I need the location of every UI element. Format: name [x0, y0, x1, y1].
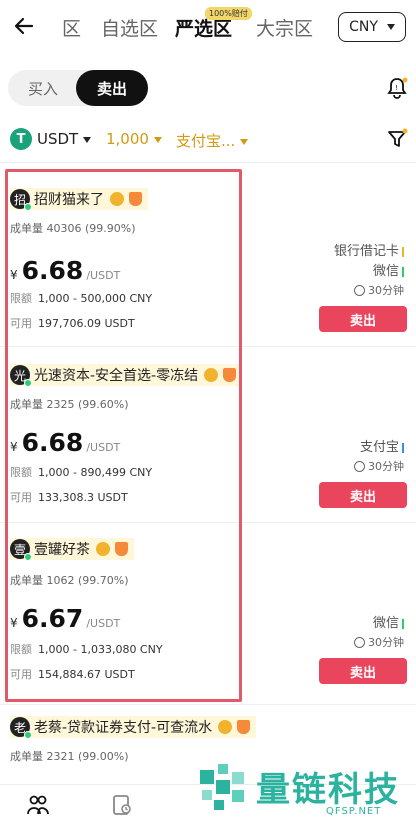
payment-filter[interactable]: 支付宝...	[176, 130, 249, 151]
online-dot	[24, 553, 32, 561]
payment-method: 微信	[373, 260, 404, 279]
divider	[0, 704, 416, 705]
avatar: 招	[10, 189, 32, 211]
tab-zone-partial[interactable]: 区	[62, 14, 81, 41]
bell-icon[interactable]: !	[386, 76, 408, 100]
buy-tab[interactable]: 买入	[8, 70, 78, 106]
merchant-name[interactable]: 招 招财猫来了	[10, 188, 148, 211]
divider	[0, 522, 416, 523]
available: 可用 133,308.3 USDT	[10, 491, 128, 504]
watermark-logo	[200, 764, 244, 810]
users-icon[interactable]	[26, 793, 50, 817]
currency-select[interactable]: CNY	[338, 12, 406, 42]
online-dot	[24, 203, 32, 211]
tab-bulk[interactable]: 大宗区	[256, 14, 313, 41]
payment-method: 银行借记卡	[334, 240, 404, 259]
buy-sell-toggle: 买入 卖出	[8, 70, 148, 106]
sell-button[interactable]: 卖出	[319, 306, 407, 332]
sell-button[interactable]: 卖出	[319, 658, 407, 684]
chevron-down-icon	[240, 138, 249, 145]
divider	[0, 346, 416, 347]
filter-icon[interactable]	[386, 128, 408, 150]
payment-method: 支付宝	[360, 436, 404, 455]
order-count: 成单量 2325 (99.60%)	[10, 398, 129, 411]
order-count: 成单量 2321 (99.00%)	[10, 750, 129, 763]
orders-icon[interactable]	[110, 793, 134, 817]
sell-tab[interactable]: 卖出	[76, 70, 148, 106]
limit: 限额 1,000 - 1,033,080 CNY	[10, 643, 163, 656]
avatar: 老	[10, 717, 32, 739]
payment-method: 微信	[373, 612, 404, 631]
svg-text:!: !	[395, 84, 398, 92]
usdt-icon: T	[10, 128, 32, 150]
order-count: 成单量 40306 (99.90%)	[10, 222, 136, 235]
medal-icon	[204, 368, 219, 382]
clock-icon	[354, 284, 365, 296]
back-arrow-icon[interactable]	[12, 14, 36, 38]
avatar: 光	[10, 365, 32, 387]
top-nav: 区 自选区 严选区 100%赔付 大宗区 CNY	[0, 0, 416, 54]
filter-bar: T USDT 1,000 支付宝...	[0, 126, 416, 154]
merchant-name[interactable]: 老 老蔡-贷款证券支付-可查流水	[10, 716, 257, 739]
payment-time: 30分钟	[354, 282, 404, 298]
clock-icon	[354, 460, 365, 472]
chevron-down-icon	[153, 136, 162, 143]
shield-icon	[223, 368, 237, 382]
watermark: 量链科技 QFSP.NET	[196, 760, 416, 820]
limit: 限额 1,000 - 500,000 CNY	[10, 292, 153, 305]
medal-icon	[110, 192, 124, 206]
sell-button[interactable]: 卖出	[319, 482, 407, 508]
price: ¥6.68/USDT	[10, 256, 121, 285]
avatar: 壹	[10, 539, 32, 561]
price: ¥6.68/USDT	[10, 428, 121, 457]
limit: 限额 1,000 - 890,499 CNY	[10, 466, 153, 479]
currency-value: CNY	[349, 19, 378, 35]
compensation-badge: 100%赔付	[205, 7, 252, 20]
chevron-down-icon	[386, 24, 395, 30]
clock-icon	[354, 636, 365, 648]
payment-time: 30分钟	[354, 458, 404, 474]
tab-watchlist[interactable]: 自选区	[101, 14, 158, 41]
online-dot	[24, 379, 32, 387]
shield-icon	[129, 192, 142, 206]
shield-icon	[237, 720, 251, 734]
available: 可用 154,884.67 USDT	[10, 668, 135, 681]
merchant-name[interactable]: 光 光速资本-安全首选-零冻结	[10, 364, 243, 387]
watermark-url: QFSP.NET	[326, 806, 382, 817]
chevron-down-icon	[83, 136, 92, 143]
divider	[0, 162, 416, 163]
online-dot	[24, 731, 32, 739]
medal-icon	[218, 720, 233, 734]
price: ¥6.67/USDT	[10, 604, 121, 633]
amount-filter[interactable]: 1,000	[106, 130, 162, 148]
watermark-text: 量链科技	[256, 770, 400, 810]
order-count: 成单量 1062 (99.70%)	[10, 574, 129, 587]
medal-icon	[96, 542, 110, 556]
available: 可用 197,706.09 USDT	[10, 317, 135, 330]
shield-icon	[115, 542, 128, 556]
coin-filter[interactable]: USDT	[37, 130, 92, 148]
merchant-name[interactable]: 壹 壹罐好茶	[10, 538, 134, 561]
payment-time: 30分钟	[354, 634, 404, 650]
